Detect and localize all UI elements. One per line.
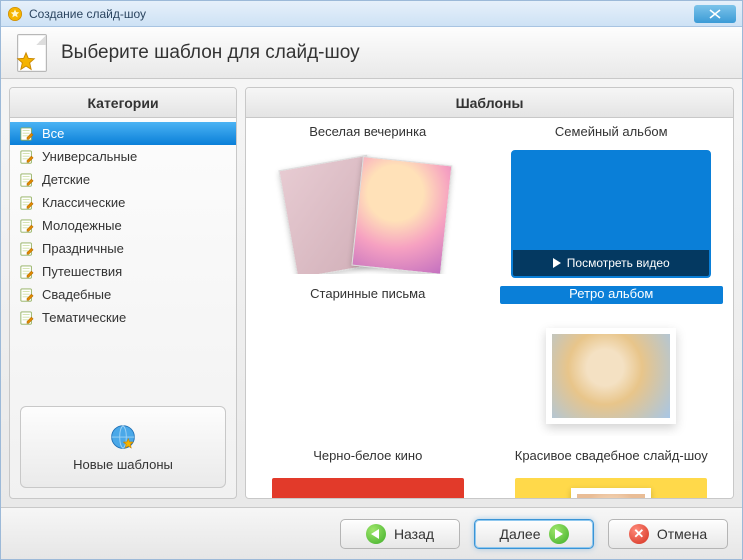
template-title: Черно-белое кино bbox=[256, 448, 480, 466]
note-pencil-icon bbox=[20, 242, 34, 256]
category-item[interactable]: Классические bbox=[10, 191, 236, 214]
templates-title: Шаблоны bbox=[246, 88, 733, 118]
template-title: Старинные письма bbox=[256, 286, 480, 304]
template-title: Семейный альбом bbox=[500, 124, 724, 142]
header-icon bbox=[15, 33, 49, 73]
template-title: Веселая вечеринка bbox=[256, 124, 480, 142]
category-label: Универсальные bbox=[42, 149, 137, 164]
titlebar-left: Создание слайд-шоу bbox=[1, 6, 146, 22]
category-item[interactable]: Детские bbox=[10, 168, 236, 191]
star-icon bbox=[15, 51, 37, 73]
next-label: Далее bbox=[499, 526, 540, 542]
wizard-header: Выберите шаблон для слайд-шоу bbox=[1, 27, 742, 79]
category-item[interactable]: Праздничные bbox=[10, 237, 236, 260]
category-item[interactable]: Свадебные bbox=[10, 283, 236, 306]
app-icon bbox=[7, 6, 23, 22]
template-thumbnail[interactable] bbox=[268, 312, 468, 440]
category-item[interactable]: Тематические bbox=[10, 306, 236, 329]
categories-title: Категории bbox=[10, 88, 236, 118]
template-thumbnail[interactable]: Посмотреть видео bbox=[511, 150, 711, 278]
category-label: Детские bbox=[42, 172, 90, 187]
category-label: Праздничные bbox=[42, 241, 124, 256]
category-label: Молодежные bbox=[42, 218, 122, 233]
new-templates-button[interactable]: Новые шаблоны bbox=[20, 406, 226, 488]
new-templates-label: Новые шаблоны bbox=[73, 457, 173, 472]
note-pencil-icon bbox=[20, 219, 34, 233]
wizard-footer: Назад Далее ✕ Отмена bbox=[1, 507, 742, 559]
templates-scroll[interactable]: Веселая вечеринка Семейный альбом Посмотре… bbox=[246, 118, 733, 498]
page-title: Выберите шаблон для слайд-шоу bbox=[61, 42, 360, 64]
note-pencil-icon bbox=[20, 288, 34, 302]
template-title: Красивое свадебное слайд-шоу bbox=[500, 448, 724, 466]
play-icon bbox=[553, 258, 561, 268]
cancel-label: Отмена bbox=[657, 526, 707, 542]
category-item[interactable]: Все bbox=[10, 122, 236, 145]
back-label: Назад bbox=[394, 526, 434, 542]
note-pencil-icon bbox=[20, 127, 34, 141]
back-icon bbox=[366, 524, 386, 544]
template-thumbnail[interactable] bbox=[268, 474, 468, 498]
template-title: Ретро альбом bbox=[500, 286, 724, 304]
categories-list: Все Универсальные Детские Классические М… bbox=[10, 118, 236, 396]
next-button[interactable]: Далее bbox=[474, 519, 594, 549]
note-pencil-icon bbox=[20, 311, 34, 325]
globe-star-icon bbox=[109, 423, 137, 451]
category-item[interactable]: Путешествия bbox=[10, 260, 236, 283]
note-pencil-icon bbox=[20, 265, 34, 279]
category-label: Все bbox=[42, 126, 64, 141]
watch-video-bar[interactable]: Посмотреть видео bbox=[513, 250, 709, 276]
template-thumbnail[interactable] bbox=[511, 312, 711, 440]
cancel-icon: ✕ bbox=[629, 524, 649, 544]
window-title: Создание слайд-шоу bbox=[29, 7, 146, 21]
note-pencil-icon bbox=[20, 196, 34, 210]
app-window: Создание слайд-шоу Выберите шаблон для с… bbox=[0, 0, 743, 560]
category-label: Тематические bbox=[42, 310, 126, 325]
cancel-button[interactable]: ✕ Отмена bbox=[608, 519, 728, 549]
category-label: Путешествия bbox=[42, 264, 122, 279]
main-body: Категории Все Универсальные Детские Клас… bbox=[1, 79, 742, 507]
template-thumbnail[interactable] bbox=[268, 150, 468, 278]
titlebar: Создание слайд-шоу bbox=[1, 1, 742, 27]
next-icon bbox=[549, 524, 569, 544]
window-close-button[interactable] bbox=[694, 5, 736, 23]
watch-video-label: Посмотреть видео bbox=[567, 256, 670, 270]
category-label: Классические bbox=[42, 195, 125, 210]
note-pencil-icon bbox=[20, 150, 34, 164]
template-thumbnail[interactable] bbox=[511, 474, 711, 498]
note-pencil-icon bbox=[20, 173, 34, 187]
categories-panel: Категории Все Универсальные Детские Клас… bbox=[9, 87, 237, 499]
templates-grid: Веселая вечеринка Семейный альбом Посмотре… bbox=[256, 124, 723, 498]
category-item[interactable]: Молодежные bbox=[10, 214, 236, 237]
back-button[interactable]: Назад bbox=[340, 519, 460, 549]
category-item[interactable]: Универсальные bbox=[10, 145, 236, 168]
close-icon bbox=[709, 9, 721, 19]
category-label: Свадебные bbox=[42, 287, 111, 302]
templates-panel: Шаблоны Веселая вечеринка Семейный альбом… bbox=[245, 87, 734, 499]
